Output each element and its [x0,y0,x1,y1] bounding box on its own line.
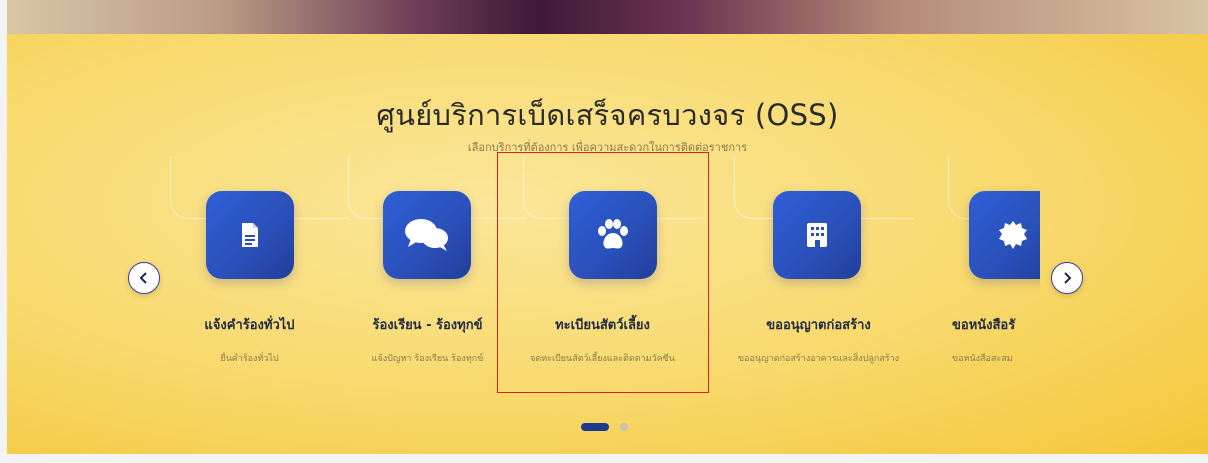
chat-bubbles-icon [383,191,471,279]
pagination-dot-active[interactable] [581,423,609,431]
hero-banner-image [7,0,1208,34]
carousel-prev-button[interactable] [128,262,160,294]
section-title: ศูนย์บริการเบ็ดเสร็จครบวงจร (OSS) [376,98,839,132]
carousel-next-button[interactable] [1051,262,1083,294]
service-label: ร้องเรียน - ร้องทุกข์ [372,318,483,333]
service-label: ขออนุญาตก่อสร้าง [766,318,871,333]
service-label: ขอหนังสือรั [952,318,1016,333]
page-background [7,454,1208,463]
service-desc: แจ้งปัญหา ร้องเรียน ร้องทุกข์ [371,354,484,364]
service-card-certificate[interactable]: ขอหนังสือรั ขอหนังสือสะสม [930,156,1040,381]
selection-highlight [497,152,709,393]
service-desc: ขอหนังสือสะสม [952,354,1013,364]
service-card-construction-permit[interactable]: ขออนุญาตก่อสร้าง ขออนุญาตก่อสร้างอาคารแล… [716,156,921,381]
service-desc: ยื่นคำร้องทั่วไป [220,354,279,364]
service-card-general-request[interactable]: แจ้งคำร้องทั่วไป ยื่นคำร้องทั่วไป [152,156,349,381]
building-icon [773,191,861,279]
service-label: แจ้งคำร้องทั่วไป [204,318,295,333]
document-icon [206,191,294,279]
pagination-dot[interactable] [620,423,628,431]
service-card-complaint[interactable]: ร้องเรียน - ร้องทุกข์ แจ้งปัญหา ร้องเรีย… [330,156,527,381]
chevron-left-icon [139,272,147,284]
chevron-right-icon [1064,272,1072,284]
service-desc: ขออนุญาตก่อสร้างอาคารและสิ่งปลูกสร้าง [737,354,900,364]
certificate-icon [969,191,1040,279]
